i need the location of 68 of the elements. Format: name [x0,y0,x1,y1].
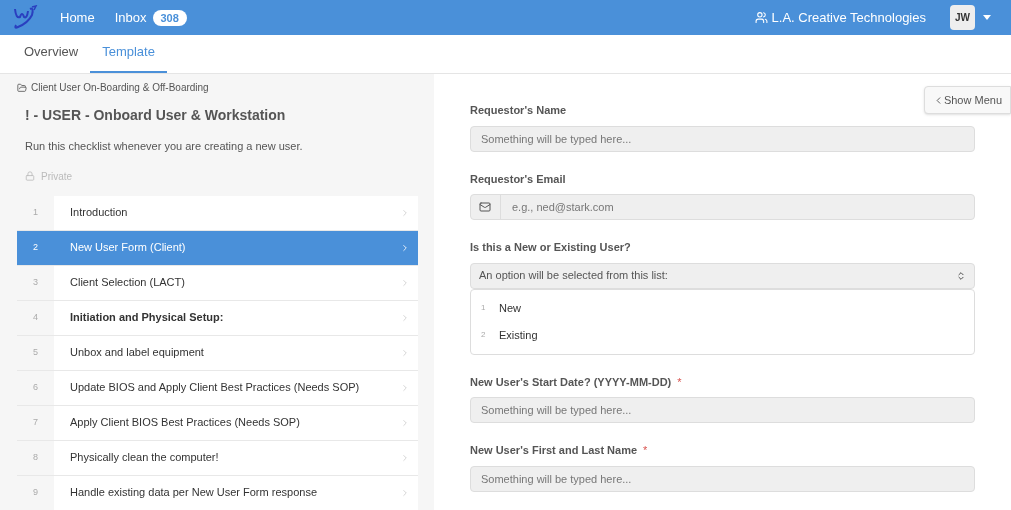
mail-icon [479,201,491,213]
required-asterisk: * [677,374,682,390]
chevron-right-icon [400,417,410,428]
field-label: Requestor's Email [470,171,566,187]
task-label: Introduction [70,205,129,221]
checklist-description: Run this checklist whenever you are creating a new user. [25,139,304,154]
option-item[interactable]: 2 Existing [471,327,974,344]
tab[interactable]: Overview [12,41,91,73]
task-item[interactable]: 9 Handle existing data per New User Form response [17,475,418,510]
chevron-right-icon [400,382,410,393]
field-label: New User's Start Date? (YYYY-MM-DD) [470,374,672,390]
count-badge: 308 [152,9,187,26]
task-label: Unbox and label equipment [70,345,205,361]
chevron-right-icon [400,207,410,218]
chevron-right-icon [400,242,410,253]
text-field[interactable]: Something will be typed here... [470,397,975,423]
chevron-right-icon [400,347,410,358]
checklist-title: ! - USER - Onboard User & Workstation [25,106,287,125]
option-label: New [499,300,521,316]
task-number: 9 [17,475,54,510]
chevron-right-icon [400,277,410,288]
task-label: Apply Client BIOS Best Practices (Needs SOP) [70,415,301,431]
task-label: Physically clean the computer! [70,450,220,466]
text-field[interactable]: Something will be typed here... [470,465,975,492]
task-label: New User Form (Client) [70,240,187,256]
task-number: 8 [17,440,54,475]
task-number: 1 [17,195,54,230]
field-label: Is this a New or Existing User? [470,240,631,255]
logo-icon[interactable] [12,4,40,31]
task-number: 2 [32,240,39,254]
visibility-label: Private [41,169,73,184]
task-item[interactable]: 6 Update BIOS and Apply Client Best Practices (Needs SOP) [17,370,418,406]
chevron-right-icon [400,452,410,463]
task-item[interactable]: 7 Apply Client BIOS Best Practices (Needs SOP) [17,405,418,441]
show-menu-button[interactable]: Show Menu [923,86,1011,114]
task-label: Client Selection (LACT) [70,275,186,291]
task-number: 3 [17,265,54,300]
option-number: 2 [481,329,487,342]
task-item[interactable]: 3 Client Selection (LACT) [17,265,418,301]
user-avatar[interactable]: JW [950,5,975,30]
task-label: Handle existing data per New User Form response [70,485,318,501]
updown-icon [956,270,966,281]
task-item[interactable]: 4 Initiation and Physical Setup: [17,300,418,336]
task-item[interactable]: 5 Unbox and label equipment [17,335,418,371]
option-label: Existing [499,328,538,343]
chevron-right-icon [400,487,410,498]
task-number: 5 [17,335,54,370]
caret-icon[interactable] [983,15,991,20]
task-item[interactable]: 8 Physically clean the computer! [17,440,418,476]
team-icon [754,11,768,24]
field-label: Requestor's Name [470,103,567,118]
task-label: Initiation and Physical Setup: [70,310,225,326]
task-item[interactable]: 1 Introduction [17,195,418,231]
required-asterisk: * [643,443,648,458]
breadcrumb-link[interactable]: Client User On-Boarding & Off-Boarding [31,80,209,95]
text-field[interactable]: Something will be typed here... [470,125,975,152]
lock-icon [25,171,35,181]
option-number: 1 [481,301,487,314]
task-number: 7 [17,405,54,440]
task-label: Update BIOS and Apply Client Best Practices (Needs SOP) [70,380,361,396]
field-label: New User's First and Last Name [470,443,638,458]
task-number: 4 [17,300,54,335]
chevron-right-icon [400,312,410,323]
folder-icon [17,82,27,93]
task-number: 6 [17,370,54,405]
email-field[interactable]: e.g., ned@stark.com [470,194,975,220]
option-item[interactable]: 1 New [471,299,974,316]
select-field[interactable]: An option will be selected from this list: [470,262,975,289]
